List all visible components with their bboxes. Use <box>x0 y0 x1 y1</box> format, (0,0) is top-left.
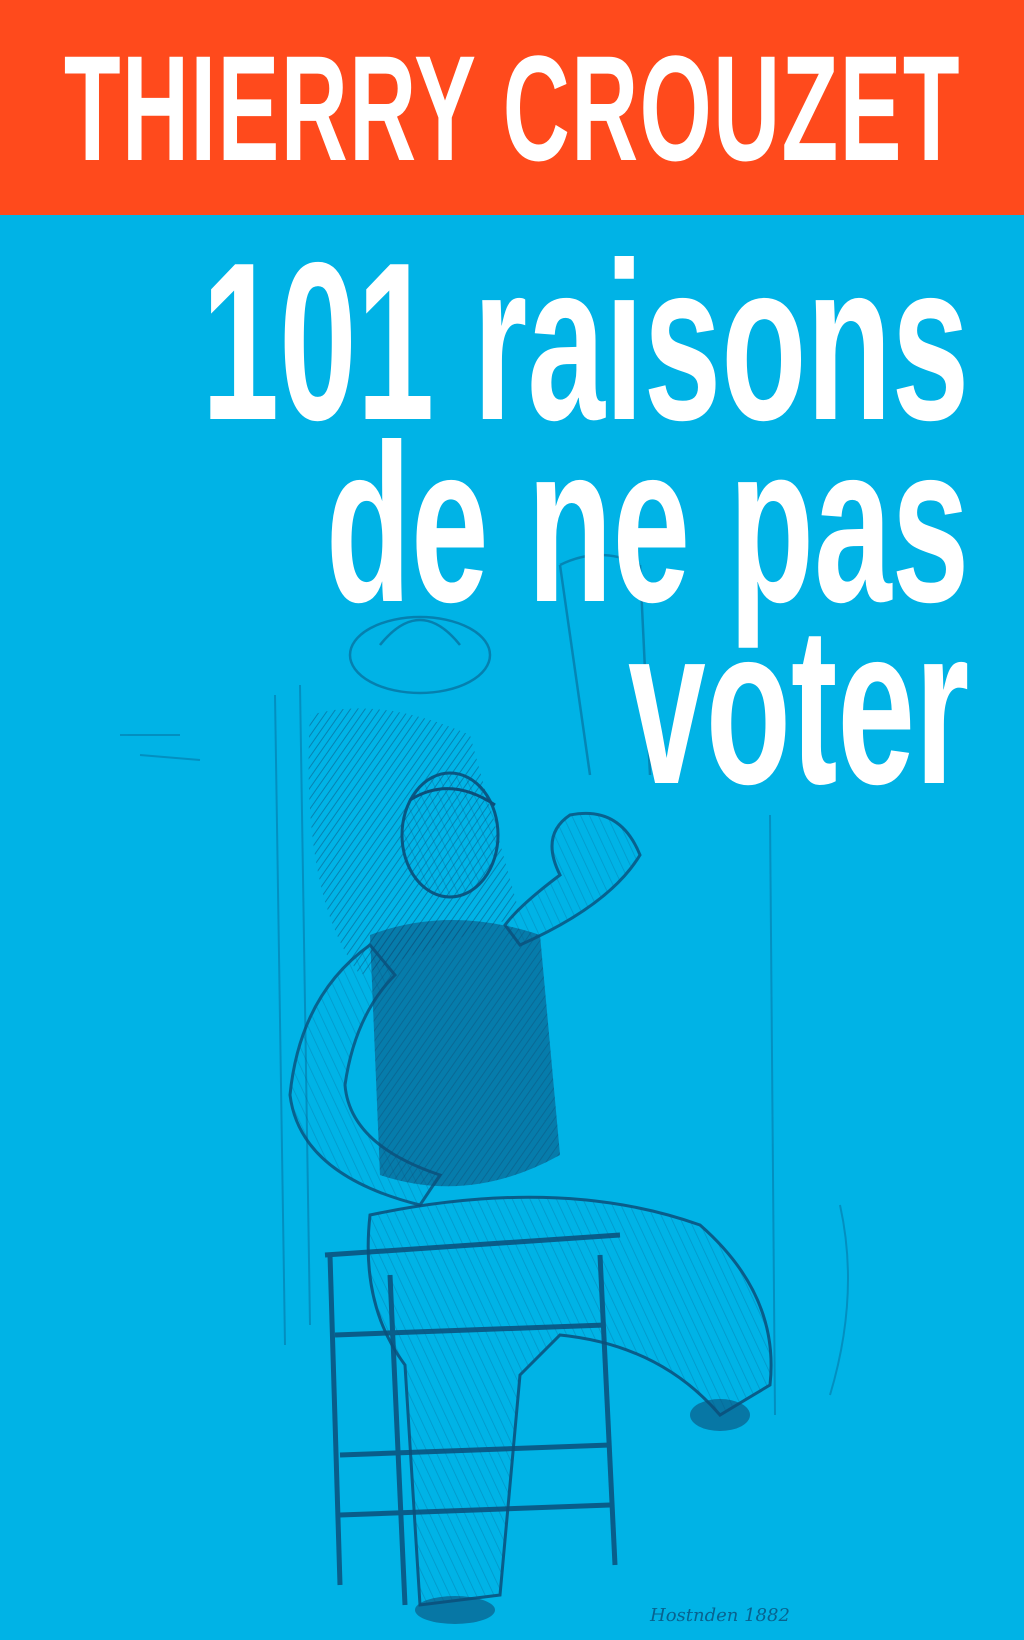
book-cover: THIERRY CROUZET 101 raisons de ne pas vo… <box>0 0 1024 1640</box>
author-band: THIERRY CROUZET <box>0 0 1024 215</box>
author-name: THIERRY CROUZET <box>63 23 961 192</box>
title-line-3: voter <box>627 579 969 831</box>
book-title: 101 raisons de ne pas voter <box>0 229 969 831</box>
artist-signature: Hostnden 1882 <box>650 1605 790 1626</box>
right-arm <box>503 811 642 947</box>
